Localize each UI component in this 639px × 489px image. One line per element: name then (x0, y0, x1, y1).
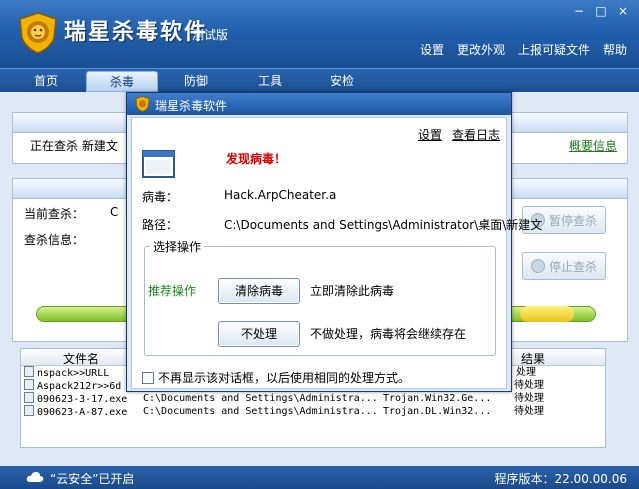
lion-shield-logo-icon (135, 96, 150, 112)
current-scan-label: 当前查杀： (24, 207, 85, 221)
scan-status-text: 正在查杀 新建文 (30, 139, 118, 153)
column-filename[interactable]: 文件名 (63, 350, 99, 367)
dialog-title: 瑞星杀毒软件 (155, 99, 228, 113)
tab-security-check[interactable]: 安检 (306, 71, 378, 92)
table-row[interactable]: 090623-A-87.exe C:\Documents and Setting… (21, 405, 605, 418)
clear-virus-button[interactable]: 清除病毒 (218, 278, 300, 304)
remember-choice-row[interactable]: 不再显示该对话框，以后使用相同的处理方式。 (142, 369, 410, 386)
menu-change-skin[interactable]: 更改外观 (457, 41, 505, 58)
stop-scan-label: 停止查杀 (548, 259, 597, 274)
title-bar: 瑞星杀毒软件 测试版 − □ × 设置 更改外观 上报可疑文件 帮助 (0, 0, 639, 68)
virus-label: 病毒： (142, 190, 179, 204)
virus-path: C:\Documents and Settings\Administrator\… (224, 218, 543, 232)
virus-name: Hack.ArpCheater.a (224, 188, 337, 202)
ignore-button[interactable]: 不处理 (218, 321, 300, 347)
top-menu: 设置 更改外观 上报可疑文件 帮助 (420, 41, 627, 58)
ignore-desc: 不做处理，病毒将会继续存在 (310, 327, 467, 341)
pause-scan-label: 暂停查杀 (548, 213, 597, 228)
tab-tools[interactable]: 工具 (234, 71, 306, 92)
nav-bar: 首页 杀毒 防御 工具 安检 (0, 68, 639, 92)
tab-scan[interactable]: 杀毒 (86, 71, 158, 92)
dialog-settings-link[interactable]: 设置 (418, 126, 442, 143)
file-icon (24, 379, 34, 390)
status-bar: “云安全”已开启 程序版本：22.00.00.06 (0, 466, 639, 489)
clear-virus-desc: 立即清除此病毒 (310, 284, 395, 298)
lion-shield-logo-icon (19, 12, 57, 54)
close-icon[interactable]: × (615, 4, 631, 18)
app-edition: 测试版 (192, 28, 229, 42)
table-row[interactable]: 090623-3-17.exe C:\Documents and Setting… (21, 392, 605, 405)
virus-alert-dialog: 瑞星杀毒软件 设置 查看日志 发现病毒！ 病毒： Hack.ArpCheater… (126, 92, 542, 392)
menu-help[interactable]: 帮助 (603, 41, 627, 58)
stop-icon (530, 259, 545, 273)
program-version: 程序版本：22.00.00.06 (494, 472, 627, 486)
window-controls: − □ × (571, 4, 631, 18)
stop-scan-button[interactable]: 停止查杀 (522, 252, 606, 280)
remember-choice-label: 不再显示该对话框，以后使用相同的处理方式。 (158, 371, 411, 385)
current-scan-value: C (110, 205, 119, 219)
dialog-body: 设置 查看日志 发现病毒！ 病毒： Hack.ArpCheater.a 路径： … (131, 117, 542, 389)
tab-home[interactable]: 首页 (10, 71, 82, 92)
menu-report-suspicious[interactable]: 上报可疑文件 (518, 41, 590, 58)
maximize-icon[interactable]: □ (593, 4, 609, 18)
scan-info-label: 查杀信息： (24, 233, 85, 247)
scan-progress-tail (520, 306, 574, 322)
recommended-label: 推荐操作 (148, 284, 197, 298)
file-icon (24, 366, 34, 377)
dialog-title-bar[interactable]: 瑞星杀毒软件 (127, 93, 511, 115)
file-icon (24, 405, 34, 416)
remember-choice-checkbox[interactable] (142, 371, 154, 384)
action-group-title: 选择操作 (150, 238, 205, 255)
cloud-security-status[interactable]: “云安全”已开启 (50, 470, 134, 487)
path-label: 路径： (142, 218, 179, 232)
monitor-icon (142, 150, 175, 178)
overview-link[interactable]: 概要信息 (569, 137, 617, 154)
view-log-link[interactable]: 查看日志 (452, 126, 500, 143)
minimize-icon[interactable]: − (571, 4, 587, 18)
virus-found-alert: 发现病毒！ (226, 152, 287, 166)
cloud-icon (26, 472, 44, 482)
column-result[interactable]: 结果 (521, 350, 545, 367)
menu-settings[interactable]: 设置 (420, 41, 444, 58)
tab-defense[interactable]: 防御 (160, 71, 232, 92)
file-icon (24, 392, 34, 403)
app-title: 瑞星杀毒软件 (64, 20, 209, 45)
